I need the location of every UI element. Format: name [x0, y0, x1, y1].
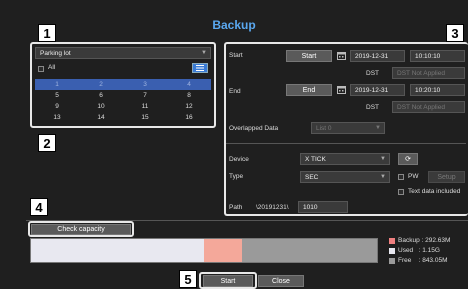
all-checkbox[interactable] — [38, 66, 44, 72]
check-capacity-button[interactable]: Check capacity — [31, 224, 131, 235]
calendar-icon[interactable] — [337, 52, 346, 62]
dst-dropdown[interactable]: DST Not Applied — [392, 101, 465, 113]
channel-cell[interactable]: 13 — [35, 112, 79, 123]
channel-cell[interactable]: 4 — [167, 79, 211, 90]
dst-label: DST — [366, 70, 379, 77]
start-label: Start — [229, 52, 243, 59]
channel-grid: 1 2 3 4 5 6 7 8 9 10 11 12 13 14 15 16 — [35, 79, 211, 125]
divider — [226, 143, 466, 144]
channel-cell[interactable]: 12 — [167, 101, 211, 112]
all-label: All — [48, 64, 56, 71]
path-prefix: \20191231\ — [256, 204, 289, 211]
end-time-field[interactable]: 10:20:10 — [410, 84, 465, 96]
channel-cell[interactable]: 16 — [167, 112, 211, 123]
legend-backup-swatch — [389, 238, 395, 244]
dialog-title: Backup — [212, 18, 256, 32]
channel-dropdown-value: Parking lot — [40, 50, 71, 57]
legend-free-label: Free : 843.05M — [398, 257, 448, 264]
text-data-label: Text data included — [408, 188, 461, 195]
end-time-button[interactable]: End — [286, 84, 332, 96]
dst-dropdown[interactable]: DST Not Applied — [392, 67, 465, 79]
capacity-used-segment — [31, 239, 204, 262]
refresh-icon: ⟳ — [405, 156, 411, 163]
callout-1: 1 — [38, 24, 56, 42]
overlapped-dropdown[interactable]: List 0 ▼ — [311, 122, 385, 134]
callout-2: 2 — [38, 134, 56, 152]
calendar-icon[interactable] — [337, 86, 346, 96]
pw-checkbox[interactable] — [398, 174, 404, 180]
channel-cell[interactable]: 11 — [123, 101, 167, 112]
setup-button[interactable]: Setup — [428, 171, 465, 183]
start-button[interactable]: Start — [203, 275, 253, 287]
legend-used-swatch — [389, 248, 395, 254]
legend-used-label: Used : 1.15G — [398, 247, 440, 254]
channel-cell[interactable]: 6 — [79, 90, 123, 101]
end-date-field[interactable]: 2019-12-31 — [350, 84, 405, 96]
chevron-down-icon: ▼ — [201, 50, 207, 56]
path-input[interactable]: 1010 — [298, 201, 348, 213]
channel-cell[interactable]: 5 — [35, 90, 79, 101]
channel-cell[interactable]: 15 — [123, 112, 167, 123]
callout-3: 3 — [446, 24, 464, 42]
channel-cell[interactable]: 8 — [167, 90, 211, 101]
dst-label: DST — [366, 104, 379, 111]
start-time-field[interactable]: 10:10:10 — [410, 50, 465, 62]
device-value: X TICK — [305, 156, 326, 163]
start-time-button[interactable]: Start — [286, 50, 332, 62]
capacity-bar — [30, 238, 378, 263]
callout-5: 5 — [179, 270, 197, 288]
legend-free-swatch — [389, 258, 395, 264]
channel-cell[interactable]: 7 — [123, 90, 167, 101]
capacity-backup-segment — [204, 239, 243, 262]
chevron-down-icon: ▼ — [375, 125, 381, 131]
path-label: Path — [229, 204, 243, 211]
channel-cell[interactable]: 9 — [35, 101, 79, 112]
pw-label: PW — [408, 173, 419, 180]
chevron-down-icon: ▼ — [380, 156, 386, 162]
legend-backup-label: Backup : 292.63M — [398, 237, 451, 244]
channel-cell[interactable]: 1 — [35, 79, 79, 90]
refresh-button[interactable]: ⟳ — [398, 153, 418, 165]
type-label: Type — [229, 173, 244, 180]
device-dropdown[interactable]: X TICK ▼ — [300, 153, 390, 165]
overlapped-value: List 0 — [316, 125, 332, 132]
chevron-down-icon: ▼ — [380, 174, 386, 180]
close-button[interactable]: Close — [258, 275, 304, 287]
channel-cell[interactable]: 14 — [79, 112, 123, 123]
type-value: SEC — [305, 174, 319, 181]
type-dropdown[interactable]: SEC ▼ — [300, 171, 390, 183]
text-data-checkbox[interactable] — [398, 189, 404, 195]
channel-cell[interactable]: 2 — [79, 79, 123, 90]
channel-dropdown[interactable]: Parking lot ▼ — [35, 47, 211, 59]
overlapped-label: Overlapped Data — [229, 125, 279, 132]
callout-4: 4 — [30, 198, 48, 216]
end-label: End — [229, 88, 241, 95]
channel-cell[interactable]: 3 — [123, 79, 167, 90]
channel-cell[interactable]: 10 — [79, 101, 123, 112]
start-date-field[interactable]: 2019-12-31 — [350, 50, 405, 62]
list-icon[interactable] — [192, 63, 208, 73]
device-label: Device — [229, 156, 249, 163]
